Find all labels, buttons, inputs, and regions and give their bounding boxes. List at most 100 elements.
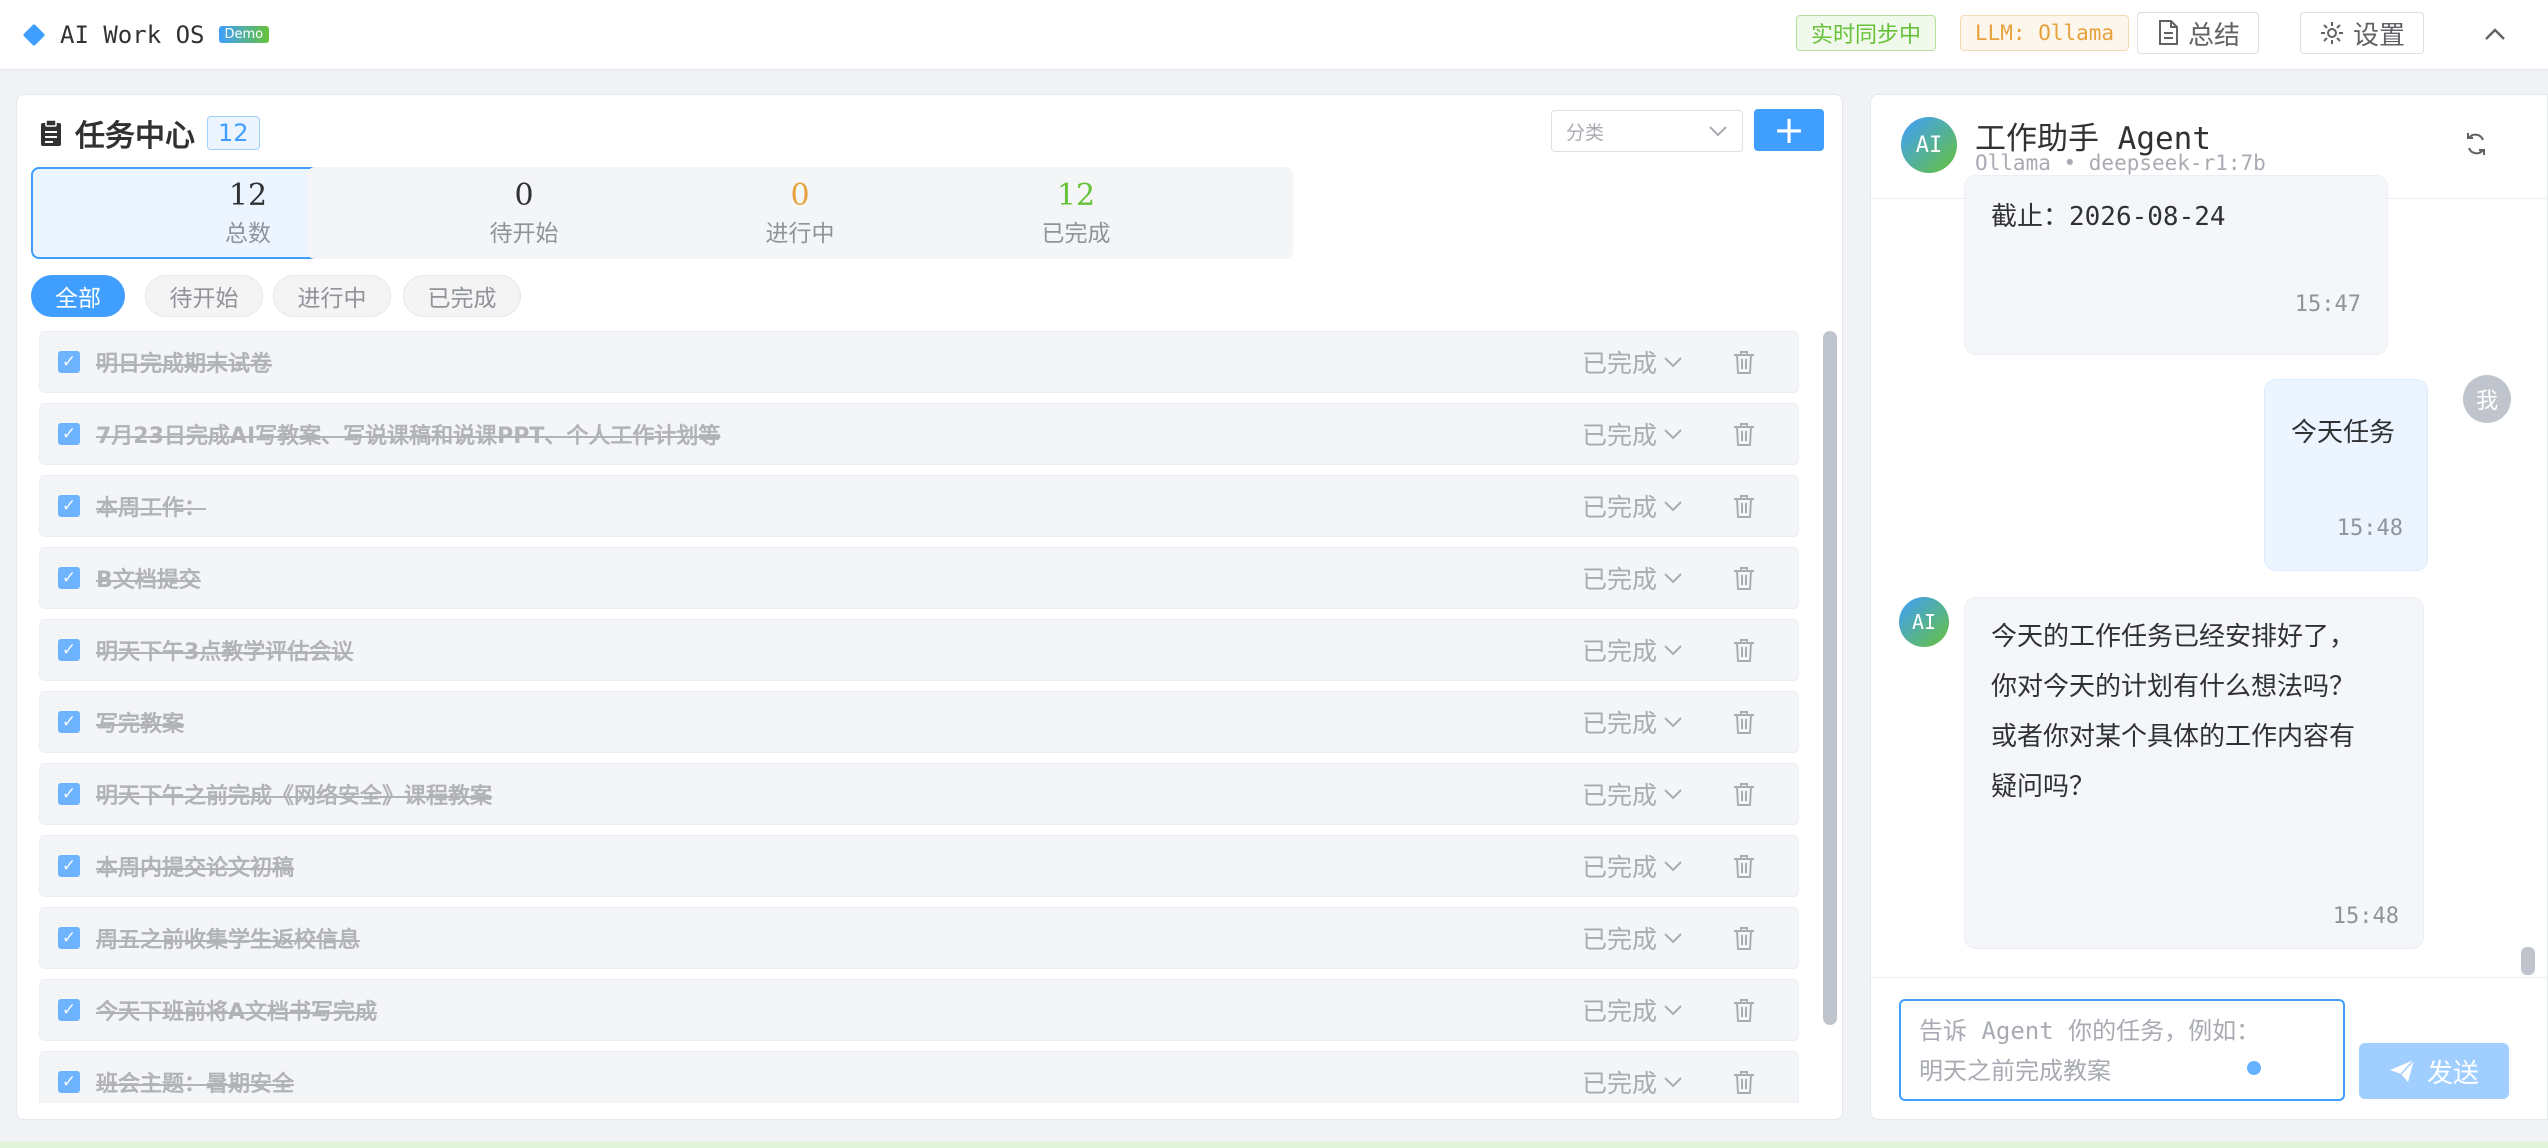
task-status-label: 已完成: [1582, 925, 1658, 954]
chevron-down-icon: [1664, 645, 1682, 656]
task-checkbox[interactable]: ✓: [58, 927, 80, 949]
task-status-label: 已完成: [1582, 853, 1658, 882]
chevron-down-icon: [1664, 1077, 1682, 1088]
message-line: 或者你对某个具体的工作内容有: [1991, 722, 2356, 752]
task-status-label: 已完成: [1582, 781, 1658, 810]
task-status-select[interactable]: 已完成: [1582, 848, 1683, 884]
message-time: 15:48: [2332, 904, 2399, 929]
stat-value: 0: [790, 178, 810, 213]
task-checkbox[interactable]: ✓: [58, 855, 80, 877]
task-status-select[interactable]: 已完成: [1582, 992, 1683, 1028]
task-checkbox[interactable]: ✓: [58, 423, 80, 445]
chevron-down-icon: [1664, 1005, 1682, 1016]
task-title: B文档提交: [96, 568, 201, 593]
stat-label: 总数: [225, 221, 271, 247]
task-status-label: 已完成: [1582, 421, 1658, 450]
chevron-down-icon: [1709, 126, 1727, 137]
task-checkbox[interactable]: ✓: [58, 999, 80, 1021]
task-status-select[interactable]: 已完成: [1582, 704, 1683, 740]
task-row[interactable]: ✓ 本周工作： 已完成: [39, 475, 1799, 537]
summary-button[interactable]: 总结: [2137, 12, 2260, 54]
message-line: 疑问吗？: [1991, 772, 2096, 802]
task-row[interactable]: ✓ 周五之前收集学生返校信息 已完成: [39, 907, 1799, 969]
trash-icon[interactable]: [1730, 924, 1758, 952]
document-icon: [2159, 20, 2178, 45]
typing-indicator: [2247, 1061, 2261, 1075]
trash-icon[interactable]: [1730, 852, 1758, 880]
stat-label: 进行中: [765, 221, 835, 247]
trash-icon[interactable]: [1730, 564, 1758, 592]
chevron-down-icon: [1664, 933, 1682, 944]
chevron-up-icon[interactable]: [2483, 24, 2507, 44]
task-status-select[interactable]: 已完成: [1582, 776, 1683, 812]
task-title: 明天下午3点教学评估会议: [96, 640, 354, 665]
task-row[interactable]: ✓ 明日完成期末试卷 已完成: [39, 331, 1799, 393]
trash-icon[interactable]: [1730, 708, 1758, 736]
task-status-select[interactable]: 已完成: [1582, 560, 1683, 596]
stat-value: 12: [228, 178, 268, 213]
page-title: 任务中心: [75, 119, 195, 154]
send-button[interactable]: 发送: [2359, 1043, 2509, 1099]
refresh-icon[interactable]: [2463, 131, 2489, 157]
task-row[interactable]: ✓ 今天下班前将A文档书写完成 已完成: [39, 979, 1799, 1041]
sync-status-tag: 实时同步中: [1796, 15, 1937, 51]
task-checkbox[interactable]: ✓: [58, 711, 80, 733]
task-status-select[interactable]: 已完成: [1582, 344, 1683, 380]
paper-plane-icon: [2389, 1059, 2415, 1082]
add-task-button[interactable]: +: [1754, 109, 1824, 151]
task-status-label: 已完成: [1582, 1069, 1658, 1098]
scrollbar-thumb[interactable]: [1823, 331, 1837, 1025]
trash-icon[interactable]: [1730, 492, 1758, 520]
filter-tab[interactable]: 进行中: [273, 275, 391, 317]
stat-value: 0: [514, 178, 534, 213]
trash-icon[interactable]: [1730, 636, 1758, 664]
category-select[interactable]: 分类: [1551, 110, 1743, 152]
task-title: 明天下午之前完成《网络安全》课程教案: [96, 784, 493, 809]
task-checkbox[interactable]: ✓: [58, 351, 80, 373]
task-row[interactable]: ✓ 本周内提交论文初稿 已完成: [39, 835, 1799, 897]
task-title: 今天下班前将A文档书写完成: [96, 1000, 378, 1025]
input-placeholder-line: 明天之前完成教案: [1919, 1057, 2111, 1085]
task-status-select[interactable]: 已完成: [1582, 1064, 1683, 1100]
trash-icon[interactable]: [1730, 420, 1758, 448]
llm-status-tag: LLM: Ollama: [1960, 15, 2130, 51]
task-status-select[interactable]: 已完成: [1582, 488, 1683, 524]
task-list-scrollbar[interactable]: [1823, 331, 1837, 1103]
task-row[interactable]: ✓ 7月23日完成AI写教案、写说课稿和说课PPT、个人工作计划等 已完成: [39, 403, 1799, 465]
chat-scrollbar-thumb[interactable]: [2521, 947, 2535, 975]
task-row[interactable]: ✓ 班会主题：暑期安全 已完成: [39, 1051, 1799, 1103]
agent-message: 今天的工作任务已经安排好了， 你对今天的计划有什么想法吗？ 或者你对某个具体的工…: [1964, 597, 2424, 949]
task-checkbox[interactable]: ✓: [58, 567, 80, 589]
task-checkbox[interactable]: ✓: [58, 639, 80, 661]
filter-tab[interactable]: 全部: [31, 275, 125, 317]
stat-label: 待开始: [489, 221, 559, 247]
trash-icon[interactable]: [1730, 1068, 1758, 1096]
task-title: 本周工作：: [96, 496, 207, 521]
task-row[interactable]: ✓ B文档提交 已完成: [39, 547, 1799, 609]
stat-label: 已完成: [1041, 221, 1111, 247]
filter-tab[interactable]: 已完成: [403, 275, 521, 317]
trash-icon[interactable]: [1730, 996, 1758, 1024]
chat-input[interactable]: 告诉 Agent 你的任务，例如： 明天之前完成教案: [1899, 999, 2345, 1101]
chevron-down-icon: [1664, 357, 1682, 368]
task-status-select[interactable]: 已完成: [1582, 920, 1683, 956]
task-status-label: 已完成: [1582, 637, 1658, 666]
task-status-select[interactable]: 已完成: [1582, 632, 1683, 668]
task-status-label: 已完成: [1582, 493, 1658, 522]
agent-model: Ollama • deepseek-r1:7b: [1975, 151, 2266, 175]
message-time: 15:47: [2294, 292, 2361, 317]
trash-icon[interactable]: [1730, 348, 1758, 376]
task-checkbox[interactable]: ✓: [58, 1071, 80, 1093]
task-status-select[interactable]: 已完成: [1582, 416, 1683, 452]
task-row[interactable]: ✓ 明天下午之前完成《网络安全》课程教案 已完成: [39, 763, 1799, 825]
task-row[interactable]: ✓ 写完教案 已完成: [39, 691, 1799, 753]
settings-button[interactable]: 设置: [2300, 12, 2425, 54]
task-checkbox[interactable]: ✓: [58, 783, 80, 805]
task-checkbox[interactable]: ✓: [58, 495, 80, 517]
stat-done-card[interactable]: 12 已完成: [859, 167, 1293, 259]
task-row[interactable]: ✓ 明天下午3点教学评估会议 已完成: [39, 619, 1799, 681]
chevron-down-icon: [1664, 861, 1682, 872]
filter-tab[interactable]: 待开始: [145, 275, 263, 317]
trash-icon[interactable]: [1730, 780, 1758, 808]
clipboard-icon: [41, 119, 61, 146]
